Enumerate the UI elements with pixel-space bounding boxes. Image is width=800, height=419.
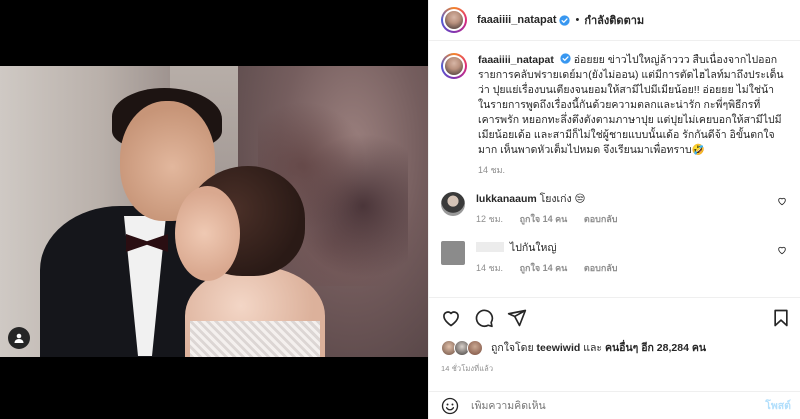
following-button[interactable]: กำลังติดตาม — [584, 11, 644, 29]
caption-username[interactable]: faaaiiii_natapat — [478, 54, 554, 66]
reply-button[interactable]: ตอบกลับ — [584, 214, 618, 224]
comment-likes[interactable]: ถูกใจ 14 คน — [520, 214, 568, 224]
avatar[interactable] — [441, 7, 467, 33]
heart-icon[interactable] — [777, 196, 787, 206]
verified-badge-icon — [559, 14, 571, 26]
comment-text: โยงเก่ง 😒 — [539, 193, 586, 205]
likes-count-link[interactable]: คนอื่นๆ อีก 28,284 คน — [605, 339, 706, 356]
separator-dot: • — [575, 14, 580, 26]
caption-avatar[interactable] — [441, 53, 467, 79]
redacted-username — [476, 242, 504, 252]
comment-icon[interactable] — [474, 308, 494, 328]
likes-prefix: ถูกใจโดย — [491, 342, 534, 354]
post-panel: faaaiiii_natapat • กำลังติดตาม faaaiiii_… — [428, 0, 800, 419]
add-comment-bar: โพสต์ — [429, 391, 800, 419]
bookmark-icon[interactable] — [771, 308, 791, 328]
liker-avatars[interactable] — [441, 339, 485, 356]
like-heart-icon[interactable] — [441, 308, 461, 328]
post-photo[interactable] — [0, 66, 428, 357]
heart-icon[interactable] — [777, 245, 787, 255]
list-item: lukkanaaum โยงเก่ง 😒 12 ชม. ถูกใจ 14 คน … — [441, 192, 789, 227]
list-item: ไปกันใหญ่ 14 ชม. ถูกใจ 14 คน ตอบกลับ — [441, 241, 789, 276]
comment-username[interactable]: lukkanaaum — [476, 193, 537, 205]
comment-likes[interactable]: ถูกใจ 14 คน — [520, 263, 568, 273]
header-username[interactable]: faaaiiii_natapat — [477, 14, 556, 26]
avatar[interactable] — [441, 241, 465, 265]
likes-summary: ถูกใจโดย teewiwid และ คนอื่นๆ อีก 28,284… — [441, 339, 706, 356]
caption-text: อ่อยยย ข่าวไปใหญ่ล้าววว สืบเนื่องจากไปออ… — [478, 54, 784, 156]
avatar[interactable] — [441, 192, 465, 216]
verified-badge-icon — [560, 53, 571, 64]
comment-input[interactable] — [471, 399, 741, 412]
comment-time[interactable]: 14 ชม. — [476, 263, 503, 273]
reply-button[interactable]: ตอบกลับ — [584, 263, 618, 273]
tagged-users-icon[interactable] — [8, 327, 30, 349]
comment-time[interactable]: 12 ชม. — [476, 214, 503, 224]
post-dialog: faaaiiii_natapat • กำลังติดตาม faaaiiii_… — [0, 0, 800, 419]
post-comment-button[interactable]: โพสต์ — [765, 397, 791, 414]
post-header: faaaiiii_natapat • กำลังติดตาม — [429, 0, 800, 41]
caption: faaaiiii_natapat อ่อยยย ข่าวไปใหญ่ล้าววว… — [441, 53, 789, 178]
post-timestamp[interactable]: 14 ชั่วโมงที่แล้ว — [441, 363, 493, 375]
comment-text: ไปกันใหญ่ — [509, 242, 557, 254]
emoji-icon[interactable] — [441, 397, 459, 415]
action-bar — [429, 297, 800, 337]
liker-username[interactable]: teewiwid — [537, 342, 581, 354]
share-icon[interactable] — [507, 308, 527, 328]
likes-and: และ — [583, 342, 603, 354]
post-media — [0, 0, 428, 419]
comments-list[interactable]: faaaiiii_natapat อ่อยยย ข่าวไปใหญ่ล้าววว… — [429, 41, 800, 297]
caption-time[interactable]: 14 ชม. — [478, 165, 505, 175]
